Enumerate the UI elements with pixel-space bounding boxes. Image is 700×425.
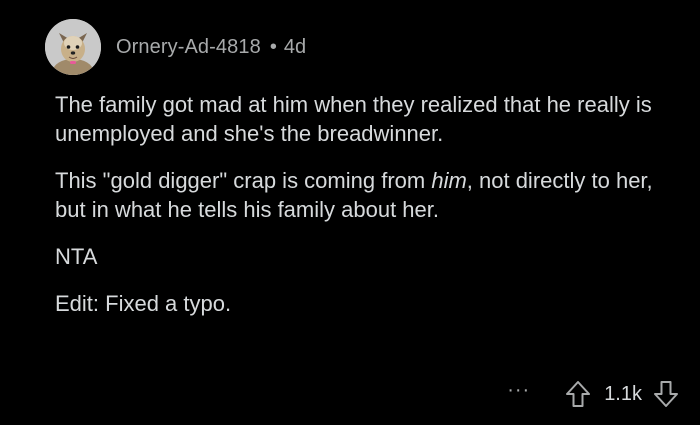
more-options-button[interactable]: ··· <box>507 380 530 400</box>
comment-body: The family got mad at him when they real… <box>55 90 680 336</box>
comment-actions: ··· 1.1k <box>507 376 680 412</box>
comment-paragraph-3: NTA <box>55 244 98 269</box>
comment-paragraph-2: This "gold digger" crap is coming from h… <box>55 166 680 224</box>
avatar[interactable] <box>45 19 101 75</box>
paragraph-2-text-before: This "gold digger" crap is coming from <box>55 168 432 193</box>
upvote-arrow-icon <box>566 381 591 407</box>
downvote-button[interactable] <box>652 379 680 409</box>
author-username[interactable]: Ornery-Ad-4818 <box>116 36 261 59</box>
comment-paragraph-4: Edit: Fixed a typo. <box>55 291 232 316</box>
comment: Ornery-Ad-4818 • 4d The family got mad a… <box>0 0 700 425</box>
vote-score: 1.1k <box>604 382 642 405</box>
comment-age: 4d <box>283 35 307 58</box>
downvote-arrow-icon <box>654 381 678 407</box>
comment-paragraph-1: The family got mad at him when they real… <box>55 92 652 146</box>
comment-header: Ornery-Ad-4818 • 4d <box>45 19 306 75</box>
paragraph-2-emphasis: him <box>431 168 467 193</box>
upvote-button[interactable] <box>564 379 592 409</box>
dog-avatar-icon <box>45 19 101 75</box>
meta-separator: • <box>269 35 277 58</box>
